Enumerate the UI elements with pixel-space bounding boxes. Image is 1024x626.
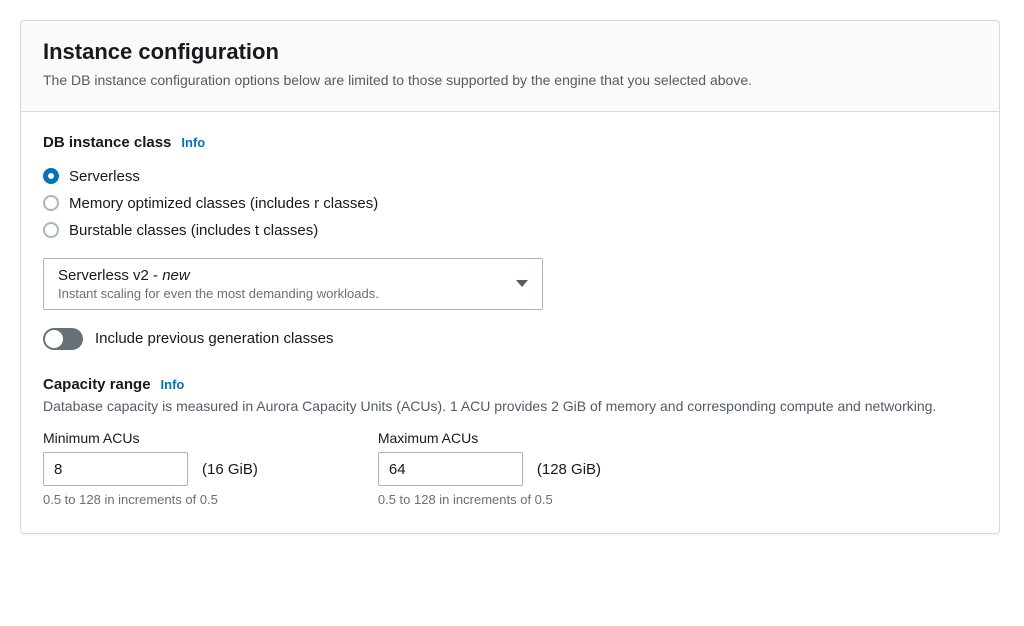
maximum-acus-hint: 0.5 to 128 in increments of 0.5 bbox=[378, 492, 601, 507]
maximum-acus-gib: (128 GiB) bbox=[537, 461, 601, 478]
radio-label: Serverless bbox=[69, 168, 140, 185]
capacity-range-info-link[interactable]: Info bbox=[161, 377, 185, 392]
toggle-knob bbox=[45, 330, 63, 348]
minimum-acus-field: Minimum ACUs (16 GiB) 0.5 to 128 in incr… bbox=[43, 430, 258, 507]
select-content: Serverless v2 - new Instant scaling for … bbox=[58, 267, 379, 301]
instance-class-label-row: DB instance class Info bbox=[43, 134, 977, 151]
minimum-acus-input[interactable] bbox=[43, 452, 188, 486]
radio-icon bbox=[43, 222, 59, 238]
maximum-acus-label: Maximum ACUs bbox=[378, 430, 601, 446]
radio-label: Burstable classes (includes t classes) bbox=[69, 222, 318, 239]
instance-class-info-link[interactable]: Info bbox=[181, 135, 205, 150]
toggle-label: Include previous generation classes bbox=[95, 330, 333, 347]
radio-icon bbox=[43, 168, 59, 184]
previous-generation-toggle-row: Include previous generation classes bbox=[43, 328, 977, 350]
previous-generation-toggle[interactable] bbox=[43, 328, 83, 350]
panel-body: DB instance class Info Serverless Memory… bbox=[21, 112, 999, 534]
radio-icon bbox=[43, 195, 59, 211]
panel-subtitle: The DB instance configuration options be… bbox=[43, 71, 977, 91]
minimum-acus-label: Minimum ACUs bbox=[43, 430, 258, 446]
capacity-range-label: Capacity range bbox=[43, 376, 151, 393]
capacity-range-desc: Database capacity is measured in Aurora … bbox=[43, 397, 977, 417]
radio-memory-optimized[interactable]: Memory optimized classes (includes r cla… bbox=[43, 190, 977, 217]
instance-class-radio-group: Serverless Memory optimized classes (inc… bbox=[43, 163, 977, 244]
panel-header: Instance configuration The DB instance c… bbox=[21, 21, 999, 112]
select-title: Serverless v2 - new bbox=[58, 267, 379, 284]
select-desc: Instant scaling for even the most demand… bbox=[58, 286, 379, 301]
instance-class-select[interactable]: Serverless v2 - new Instant scaling for … bbox=[43, 258, 543, 310]
radio-label: Memory optimized classes (includes r cla… bbox=[69, 195, 378, 212]
maximum-acus-input[interactable] bbox=[378, 452, 523, 486]
minimum-acus-gib: (16 GiB) bbox=[202, 461, 258, 478]
maximum-acus-input-row: (128 GiB) bbox=[378, 452, 601, 486]
capacity-range-label-row: Capacity range Info bbox=[43, 376, 977, 393]
chevron-down-icon bbox=[516, 280, 528, 287]
maximum-acus-field: Maximum ACUs (128 GiB) 0.5 to 128 in inc… bbox=[378, 430, 601, 507]
acu-row: Minimum ACUs (16 GiB) 0.5 to 128 in incr… bbox=[43, 430, 977, 507]
minimum-acus-hint: 0.5 to 128 in increments of 0.5 bbox=[43, 492, 258, 507]
radio-serverless[interactable]: Serverless bbox=[43, 163, 977, 190]
instance-class-label: DB instance class bbox=[43, 134, 171, 151]
minimum-acus-input-row: (16 GiB) bbox=[43, 452, 258, 486]
radio-burstable[interactable]: Burstable classes (includes t classes) bbox=[43, 217, 977, 244]
instance-configuration-panel: Instance configuration The DB instance c… bbox=[20, 20, 1000, 534]
panel-title: Instance configuration bbox=[43, 39, 977, 65]
